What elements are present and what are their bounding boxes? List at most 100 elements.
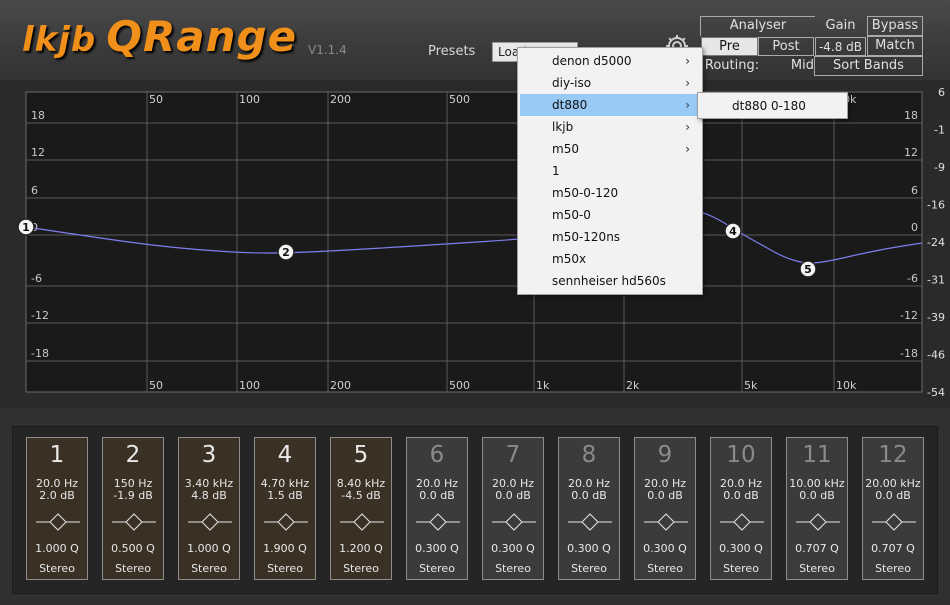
analyser-scale-label: -9: [934, 161, 945, 174]
band-gain[interactable]: 0.0 dB: [711, 489, 771, 502]
band-gain[interactable]: 0.0 dB: [635, 489, 695, 502]
band-9[interactable]: 9 20.0 Hz 0.0 dB 0.300 Q Stereo: [634, 437, 696, 580]
band-mode[interactable]: Stereo: [407, 562, 467, 575]
band-q[interactable]: 1.900 Q: [255, 542, 315, 555]
preset-menu-item[interactable]: denon d5000 ›: [520, 50, 700, 72]
bypass-button[interactable]: Bypass: [867, 16, 923, 36]
analyser-pre-button[interactable]: Pre: [701, 37, 758, 56]
analyser-scale-label: -39: [927, 311, 945, 324]
eq-graph[interactable]: 501002005001k2k5k10k 501002005001k2k5k10…: [0, 80, 950, 408]
band-5[interactable]: 5 8.40 kHz -4.5 dB 1.200 Q Stereo: [330, 437, 392, 580]
band-filter-shape-icon[interactable]: [720, 512, 764, 532]
logo-qrange: QRange: [106, 12, 298, 61]
band-mode[interactable]: Stereo: [103, 562, 163, 575]
routing-mode-selector[interactable]: Mid: [770, 57, 814, 75]
preset-menu-item-label: sennheiser hd560s: [552, 274, 666, 288]
preset-menu-item[interactable]: lkjb ›: [520, 116, 700, 138]
band-filter-shape-icon[interactable]: [644, 512, 688, 532]
band-q[interactable]: 1.200 Q: [331, 542, 391, 555]
band-10[interactable]: 10 20.0 Hz 0.0 dB 0.300 Q Stereo: [710, 437, 772, 580]
band-gain[interactable]: 0.0 dB: [559, 489, 619, 502]
band-number: 12: [878, 442, 908, 468]
band-mode[interactable]: Stereo: [863, 562, 923, 575]
sort-bands-button[interactable]: Sort Bands: [814, 56, 923, 76]
chevron-right-icon: ›: [685, 142, 690, 156]
match-button[interactable]: Match: [867, 36, 923, 56]
band-2[interactable]: 2 150 Hz -1.9 dB 0.500 Q Stereo: [102, 437, 164, 580]
band-1[interactable]: 1 20.0 Hz 2.0 dB 1.000 Q Stereo: [26, 437, 88, 580]
analyser-post-button[interactable]: Post: [758, 37, 814, 56]
db-label-left: -18: [31, 347, 49, 360]
band-filter-shape-icon[interactable]: [340, 512, 384, 532]
band-4[interactable]: 4 4.70 kHz 1.5 dB 1.900 Q Stereo: [254, 437, 316, 580]
band-filter-shape-icon[interactable]: [568, 512, 612, 532]
band-6[interactable]: 6 20.0 Hz 0.0 dB 0.300 Q Stereo: [406, 437, 468, 580]
eq-node-1[interactable]: 1: [17, 218, 35, 236]
band-filter-shape-icon[interactable]: [112, 512, 156, 532]
band-8[interactable]: 8 20.0 Hz 0.0 dB 0.300 Q Stereo: [558, 437, 620, 580]
band-q[interactable]: 0.707 Q: [787, 542, 847, 555]
preset-menu-item[interactable]: m50-0: [520, 204, 700, 226]
band-q[interactable]: 0.500 Q: [103, 542, 163, 555]
band-q[interactable]: 1.000 Q: [27, 542, 87, 555]
preset-menu-item[interactable]: m50 ›: [520, 138, 700, 160]
band-number: 2: [125, 442, 141, 468]
band-12[interactable]: 12 20.00 kHz 0.0 dB 0.707 Q Stereo: [862, 437, 924, 580]
gain-value-field[interactable]: -4.8 dB: [815, 37, 866, 56]
band-q[interactable]: 1.000 Q: [179, 542, 239, 555]
band-gain[interactable]: -1.9 dB: [103, 489, 163, 502]
band-mode[interactable]: Stereo: [635, 562, 695, 575]
band-mode[interactable]: Stereo: [27, 562, 87, 575]
band-gain[interactable]: -4.5 dB: [331, 489, 391, 502]
band-mode[interactable]: Stereo: [559, 562, 619, 575]
band-q[interactable]: 0.300 Q: [483, 542, 543, 555]
band-3[interactable]: 3 3.40 kHz 4.8 dB 1.000 Q Stereo: [178, 437, 240, 580]
band-gain[interactable]: 0.0 dB: [407, 489, 467, 502]
band-gain[interactable]: 0.0 dB: [483, 489, 543, 502]
preset-menu-item-label: m50x: [552, 252, 587, 266]
band-filter-shape-icon[interactable]: [796, 512, 840, 532]
preset-menu-item[interactable]: 1: [520, 160, 700, 182]
eq-node-4[interactable]: 4: [724, 222, 742, 240]
band-mode[interactable]: Stereo: [255, 562, 315, 575]
band-filter-shape-icon[interactable]: [872, 512, 916, 532]
eq-node-2[interactable]: 2: [277, 243, 295, 261]
band-gain[interactable]: 1.5 dB: [255, 489, 315, 502]
eq-graph-canvas[interactable]: 501002005001k2k5k10k 501002005001k2k5k10…: [0, 80, 950, 408]
band-filter-shape-icon[interactable]: [416, 512, 460, 532]
band-11[interactable]: 11 10.00 kHz 0.0 dB 0.707 Q Stereo: [786, 437, 848, 580]
eq-node-5[interactable]: 5: [799, 260, 817, 278]
band-q[interactable]: 0.300 Q: [559, 542, 619, 555]
band-gain[interactable]: 0.0 dB: [863, 489, 923, 502]
band-filter-shape-icon[interactable]: [188, 512, 232, 532]
band-mode[interactable]: Stereo: [711, 562, 771, 575]
preset-menu-item[interactable]: diy-iso ›: [520, 72, 700, 94]
band-filter-shape-icon[interactable]: [36, 512, 80, 532]
band-mode[interactable]: Stereo: [787, 562, 847, 575]
db-label-left: 18: [31, 109, 45, 122]
band-mode[interactable]: Stereo: [179, 562, 239, 575]
analyser-scale-label: -54: [927, 386, 945, 399]
preset-submenu-item[interactable]: dt880 0-180: [700, 95, 845, 117]
band-7[interactable]: 7 20.0 Hz 0.0 dB 0.300 Q Stereo: [482, 437, 544, 580]
preset-menu-item[interactable]: m50-0-120: [520, 182, 700, 204]
preset-menu-item[interactable]: m50-120ns: [520, 226, 700, 248]
band-q[interactable]: 0.300 Q: [407, 542, 467, 555]
band-gain[interactable]: 4.8 dB: [179, 489, 239, 502]
band-gain[interactable]: 2.0 dB: [27, 489, 87, 502]
band-filter-shape-icon[interactable]: [492, 512, 536, 532]
band-q[interactable]: 0.300 Q: [635, 542, 695, 555]
band-mode[interactable]: Stereo: [483, 562, 543, 575]
band-mode[interactable]: Stereo: [331, 562, 391, 575]
preset-menu-item[interactable]: dt880 ›: [520, 94, 700, 116]
band-filter-shape-icon[interactable]: [264, 512, 308, 532]
preset-menu-item[interactable]: m50x: [520, 248, 700, 270]
freq-label-bottom: 500: [449, 379, 470, 392]
header-bar: lkjb QRange V1.1.4 Presets Load Analyser…: [0, 0, 950, 80]
preset-menu-item-label: dt880: [552, 98, 588, 112]
preset-menu-item[interactable]: sennheiser hd560s: [520, 270, 700, 292]
band-gain[interactable]: 0.0 dB: [787, 489, 847, 502]
qrange-window: lkjb QRange V1.1.4 Presets Load Analyser…: [0, 0, 950, 605]
band-q[interactable]: 0.300 Q: [711, 542, 771, 555]
band-q[interactable]: 0.707 Q: [863, 542, 923, 555]
